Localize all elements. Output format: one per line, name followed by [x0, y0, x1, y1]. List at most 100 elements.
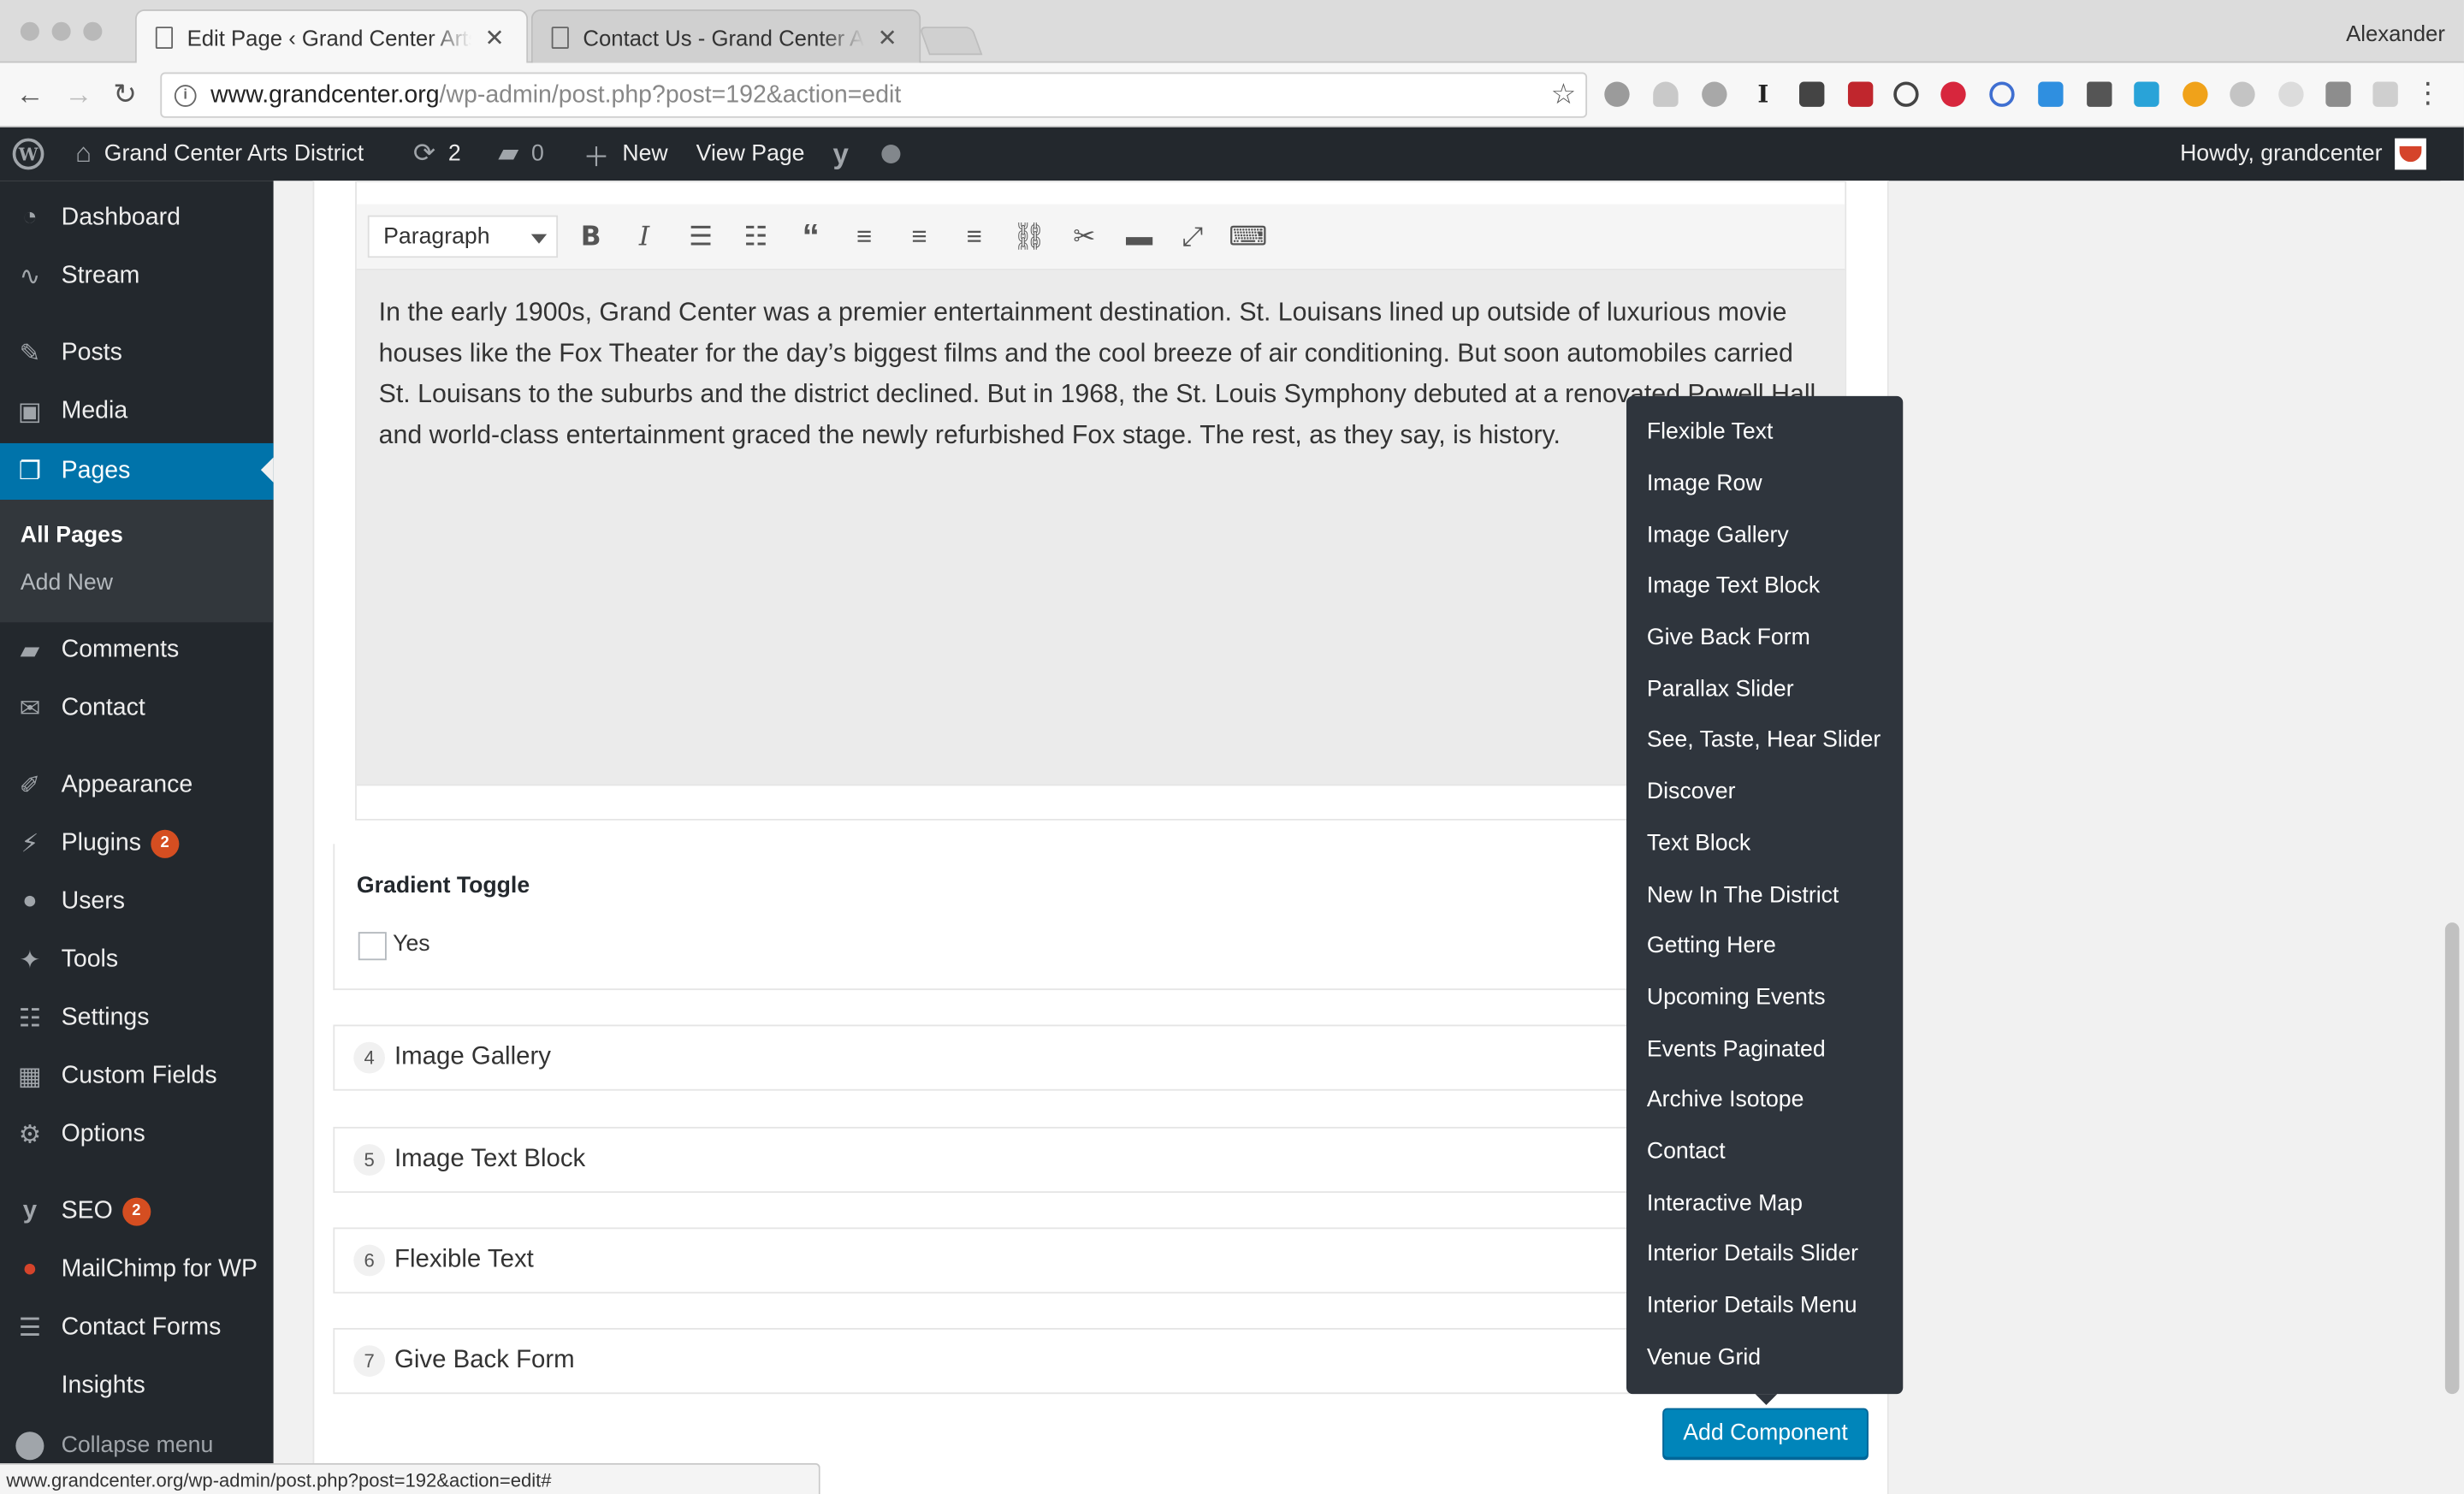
extension-cloud-icon[interactable] [1653, 81, 1679, 107]
comments-link[interactable]: ▰ 0 [498, 127, 544, 181]
sidebar-item-pages[interactable]: ❐ Pages [0, 442, 274, 501]
component-menu-item[interactable]: Events Paginated [1626, 1023, 1903, 1075]
component-menu-item[interactable]: Parallax Slider [1626, 664, 1903, 715]
maximize-window-button[interactable] [83, 21, 103, 41]
link-icon[interactable]: ⛓ [1010, 220, 1048, 254]
sidebar-item-custom-fields[interactable]: ▦ Custom Fields [0, 1050, 274, 1103]
extension-gear-icon[interactable] [1604, 81, 1630, 107]
close-tab-icon[interactable]: ✕ [878, 23, 897, 50]
sidebar-item-plugins[interactable]: ⚡ Plugins 2 [0, 817, 274, 870]
wordpress-logo-icon[interactable]: W [12, 127, 44, 181]
sidebar-item-dashboard[interactable]: ◔ Dashboard [0, 192, 274, 245]
forward-arrow-icon[interactable]: → [64, 79, 92, 110]
extension-onepassword-icon[interactable] [1893, 81, 1919, 107]
component-menu-item[interactable]: See, Taste, Hear Slider [1626, 715, 1903, 767]
extension-bulb-icon[interactable] [1799, 81, 1825, 107]
site-name-link[interactable]: ⌂ Grand Center Arts District [75, 127, 364, 181]
submenu-add-new[interactable]: Add New [21, 571, 113, 596]
italic-icon[interactable]: I [625, 220, 663, 254]
align-center-icon[interactable]: ≡ [900, 220, 938, 254]
sidebar-item-users[interactable]: ● Users [0, 875, 274, 928]
format-select[interactable]: Paragraph [367, 215, 559, 258]
scrollbar-thumb[interactable] [2444, 922, 2460, 1395]
bookmark-star-icon[interactable]: ☆ [1551, 79, 1577, 112]
tab-edit-page[interactable]: Edit Page ‹ Grand Center Arts District ✕ [134, 9, 529, 63]
sidebar-item-stream[interactable]: ∿ Stream [0, 250, 274, 303]
component-menu-item[interactable]: Upcoming Events [1626, 972, 1903, 1023]
extension-target-icon[interactable] [1989, 81, 2015, 107]
blockquote-icon[interactable]: “ [792, 219, 830, 254]
numbered-list-icon[interactable]: ☷ [737, 220, 774, 254]
component-menu-item[interactable]: Image Text Block [1626, 561, 1903, 613]
unlink-icon[interactable]: ✂ [1065, 220, 1103, 254]
sidebar-item-options[interactable]: ⚙ Options [0, 1108, 274, 1161]
component-menu-item[interactable]: Image Gallery [1626, 510, 1903, 561]
component-menu-item[interactable]: Image Row [1626, 459, 1903, 510]
new-tab-button[interactable] [918, 27, 983, 56]
yoast-seo-icon[interactable]: y [832, 127, 848, 181]
sidebar-item-media[interactable]: ▣ Media [0, 385, 274, 438]
component-menu-item[interactable]: Interior Details Menu [1626, 1280, 1903, 1331]
component-menu-item[interactable]: Venue Grid [1626, 1331, 1903, 1383]
component-menu-item[interactable]: Flexible Text [1626, 407, 1903, 459]
extension-shield-icon[interactable] [1847, 81, 1874, 107]
extension-window-icon[interactable] [2134, 81, 2159, 107]
gradient-toggle-checkbox[interactable] [358, 932, 387, 961]
component-menu-item[interactable]: Text Block [1626, 818, 1903, 869]
bold-icon[interactable]: B [572, 220, 610, 254]
component-menu-item[interactable]: New In The District [1626, 869, 1903, 921]
component-menu-item[interactable]: Discover [1626, 767, 1903, 818]
extension-eyedropper-icon[interactable] [2087, 81, 2112, 107]
editor-content-area[interactable]: In the early 1900s, Grand Center was a p… [356, 270, 1845, 785]
view-page-link[interactable]: View Page [696, 127, 805, 181]
component-menu-item[interactable]: Getting Here [1626, 921, 1903, 972]
new-content-link[interactable]: ＋ New [583, 127, 667, 181]
reload-icon[interactable]: ↻ [113, 79, 137, 110]
toolbar-toggle-icon[interactable]: ⌨ [1229, 220, 1267, 254]
seo-score-dot-icon[interactable] [881, 127, 901, 181]
fullscreen-icon[interactable]: ⤢ [1174, 220, 1211, 254]
sidebar-item-tools[interactable]: ✦ Tools [0, 934, 274, 987]
back-arrow-icon[interactable]: ← [15, 79, 44, 110]
info-icon[interactable]: i [174, 84, 197, 106]
extension-u-icon[interactable] [2278, 81, 2304, 107]
component-menu-item[interactable]: Contact [1626, 1126, 1903, 1177]
close-window-button[interactable] [20, 21, 39, 41]
read-more-icon[interactable]: ▬ [1121, 220, 1158, 254]
component-menu-item[interactable]: Interior Details Slider [1626, 1229, 1903, 1280]
sidebar-item-posts[interactable]: ✎ Posts [0, 327, 274, 380]
extension-download-icon[interactable] [2038, 81, 2064, 107]
my-account-link[interactable]: Howdy, grandcenter [2180, 127, 2426, 181]
sidebar-item-appearance[interactable]: ✐ Appearance [0, 759, 274, 812]
extension-pinterest-icon[interactable] [1940, 81, 1966, 107]
close-tab-icon[interactable]: ✕ [484, 23, 504, 50]
address-bar[interactable]: i www.grandcenter.org/wp-admin/post.php?… [160, 72, 1588, 118]
extension-square-icon[interactable] [2325, 81, 2351, 107]
extension-skype-icon[interactable] [2230, 81, 2255, 107]
add-component-button[interactable]: Add Component [1662, 1408, 1869, 1459]
extension-i-icon[interactable]: I [1750, 82, 1775, 107]
sidebar-item-seo[interactable]: y SEO 2 [0, 1185, 274, 1238]
browser-profile-name[interactable]: Alexander [2346, 21, 2445, 45]
sidebar-item-contact[interactable]: ✉ Contact [0, 682, 274, 735]
browser-menu-icon[interactable]: ⋮ [2414, 77, 2442, 110]
page-scrollbar[interactable] [2440, 181, 2464, 1494]
updates-link[interactable]: ⟳ 2 [413, 127, 461, 181]
sidebar-item-contact-forms[interactable]: ☰ Contact Forms [0, 1301, 274, 1355]
sidebar-item-insights[interactable]: Insights [0, 1360, 274, 1413]
tab-contact-us[interactable]: Contact Us - Grand Center Arts District … [530, 9, 921, 63]
extension-ball-icon[interactable] [2183, 81, 2208, 107]
align-left-icon[interactable]: ≡ [845, 220, 883, 254]
sidebar-item-settings[interactable]: ☷ Settings [0, 992, 274, 1045]
extension-puzzle-icon[interactable] [2372, 81, 2398, 107]
extension-palette-icon[interactable] [1702, 81, 1727, 107]
align-right-icon[interactable]: ≡ [956, 220, 993, 254]
component-menu-item[interactable]: Interactive Map [1626, 1177, 1903, 1229]
minimize-window-button[interactable] [51, 21, 71, 41]
gradient-toggle-option-label[interactable]: Yes [393, 932, 429, 957]
sidebar-item-comments[interactable]: ▰ Comments [0, 624, 274, 677]
bullet-list-icon[interactable]: ☰ [682, 220, 720, 254]
component-menu-item[interactable]: Archive Isotope [1626, 1075, 1903, 1126]
component-menu-item[interactable]: Give Back Form [1626, 613, 1903, 664]
submenu-all-pages[interactable]: All Pages [21, 524, 123, 548]
